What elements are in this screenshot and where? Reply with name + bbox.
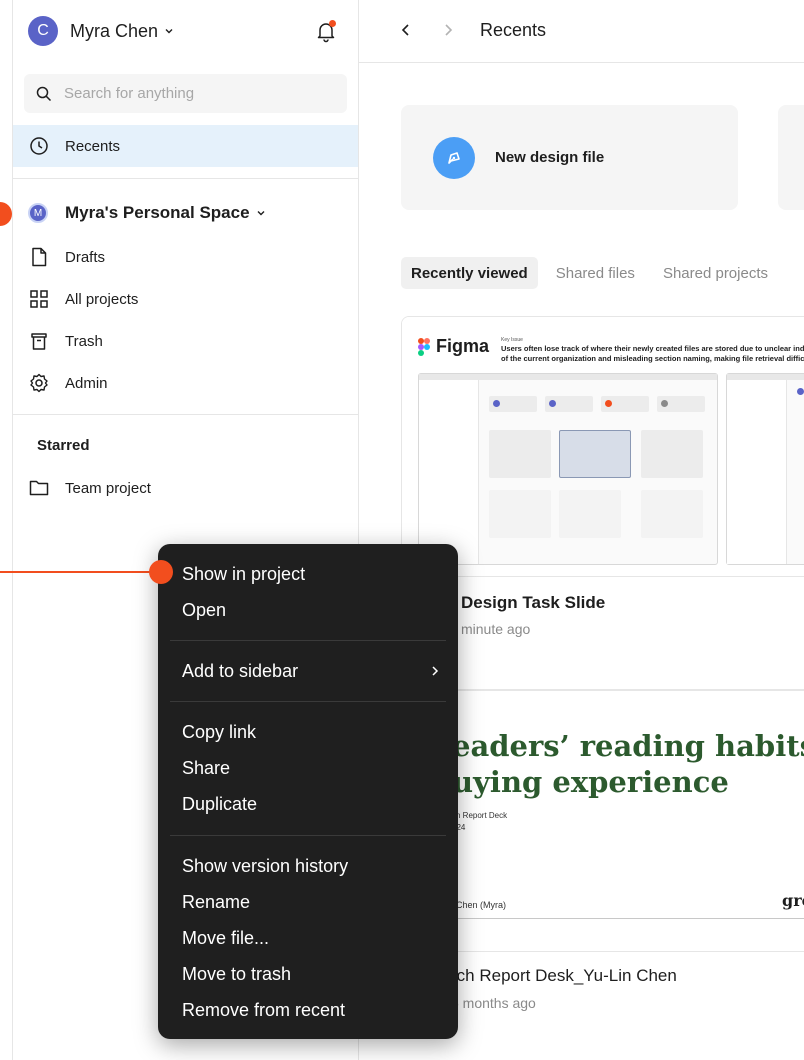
tab-shared-files[interactable]: Shared files — [546, 257, 645, 289]
sidebar-item-all-projects[interactable]: All projects — [13, 278, 358, 320]
file-card[interactable]: eaders’ reading habits & uying experienc… — [401, 690, 804, 952]
menu-item-remove-from-recent[interactable]: Remove from recent — [182, 998, 345, 1022]
sidebar-divider — [13, 178, 358, 179]
sidebar-item-label: Team project — [65, 479, 151, 497]
clock-icon — [28, 135, 50, 157]
sidebar-item-label: Drafts — [65, 248, 106, 266]
menu-item-add-to-sidebar[interactable]: Add to sidebar — [182, 659, 298, 683]
thumb-title-line: uying experience — [452, 765, 729, 799]
trash-icon — [28, 330, 50, 352]
menu-item-open[interactable]: Open — [182, 598, 226, 622]
sidebar-item-label: All projects — [65, 290, 139, 308]
menu-separator — [170, 640, 446, 641]
file-icon — [28, 246, 50, 268]
menu-item-rename[interactable]: Rename — [182, 890, 250, 914]
back-arrow-icon[interactable] — [397, 21, 415, 39]
menu-item-show-in-project[interactable]: Show in project — [182, 562, 305, 586]
notification-dot — [329, 20, 336, 27]
annotation-line — [0, 571, 160, 573]
personal-space-switcher[interactable]: M Myra's Personal Space — [28, 200, 266, 226]
sidebar-divider — [13, 414, 358, 415]
thumb-author: Chen (Myra) — [456, 900, 507, 910]
page-title: Recents — [480, 20, 547, 40]
file-timestamp: minute ago — [461, 621, 531, 637]
new-design-file-button[interactable]: New design file — [401, 105, 738, 210]
search-box[interactable] — [24, 74, 347, 113]
sidebar-item-label: Recents — [65, 137, 121, 155]
thumb-text: Users often lose track of where their ne… — [501, 344, 804, 364]
thumb-subtitle: ch Report Deck — [452, 811, 508, 820]
file-thumbnail: eaders’ reading habits & uying experienc… — [402, 691, 804, 919]
thumb-text-line: of the current organization and misleadi… — [501, 354, 804, 363]
account-switcher[interactable]: C Myra Chen — [28, 16, 174, 46]
sidebar-item-admin[interactable]: Admin — [13, 362, 358, 404]
forward-arrow-icon[interactable] — [439, 21, 457, 39]
space-name: Myra's Personal Space — [65, 203, 250, 222]
file-thumbnail: Figma Key Issue Users often lose track o… — [402, 317, 804, 577]
file-timestamp: 5 months ago — [451, 995, 536, 1011]
menu-item-duplicate[interactable]: Duplicate — [182, 792, 257, 816]
file-title[interactable]: Design Task Slide — [461, 593, 605, 613]
search-icon — [36, 86, 52, 101]
menu-item-share[interactable]: Share — [182, 756, 230, 780]
file-title[interactable]: rch Report Desk_Yu-Lin Chen — [451, 966, 677, 986]
menu-item-show-version-history[interactable]: Show version history — [182, 854, 348, 878]
menu-separator — [170, 835, 446, 836]
figma-wordmark: Figma — [436, 336, 490, 356]
thumb-text-line: Users often lose track of where their ne… — [501, 344, 804, 353]
tab-shared-projects[interactable]: Shared projects — [653, 257, 778, 289]
menu-separator — [170, 701, 446, 702]
thumb-heading: Key Issue — [501, 337, 523, 343]
sidebar-item-label: Trash — [65, 332, 103, 350]
sidebar-item-team-project[interactable]: Team project — [13, 467, 358, 509]
gear-icon — [28, 372, 50, 394]
chevron-down-icon — [165, 29, 173, 34]
mini-screenshot — [726, 373, 804, 565]
menu-item-copy-link[interactable]: Copy link — [182, 720, 256, 744]
new-file-card-partial[interactable] — [778, 105, 804, 210]
avatar: C — [28, 16, 58, 46]
chevron-down-icon — [257, 211, 265, 216]
sidebar-item-recents[interactable]: Recents — [13, 125, 358, 167]
file-tabs: Recently viewed Shared files Shared proj… — [401, 257, 786, 289]
sidebar-item-trash[interactable]: Trash — [13, 320, 358, 362]
mini-screenshot — [418, 373, 718, 565]
menu-item-move-file[interactable]: Move file... — [182, 926, 269, 950]
grid-icon — [28, 288, 50, 310]
thumb-title-line: eaders’ reading habits & — [452, 729, 804, 763]
user-name: Myra Chen — [70, 20, 159, 41]
sidebar-item-label: Admin — [65, 374, 108, 392]
sidebar-item-drafts[interactable]: Drafts — [13, 236, 358, 278]
new-design-file-label: New design file — [495, 149, 605, 166]
thumb-logo: gre — [782, 891, 804, 910]
pen-tool-icon — [433, 137, 475, 179]
folder-icon — [28, 477, 50, 499]
annotation-marker — [149, 560, 173, 584]
main-topbar: Recents — [359, 0, 804, 63]
search-input[interactable] — [64, 85, 324, 102]
chevron-right-icon — [432, 666, 439, 676]
space-avatar: M — [28, 203, 48, 223]
context-menu: Show in project Open Add to sidebar Copy… — [158, 544, 458, 1039]
menu-item-move-to-trash[interactable]: Move to trash — [182, 962, 291, 986]
starred-heading: Starred — [37, 437, 90, 454]
tab-recently-viewed[interactable]: Recently viewed — [401, 257, 538, 289]
figma-logo: Figma — [418, 336, 489, 357]
